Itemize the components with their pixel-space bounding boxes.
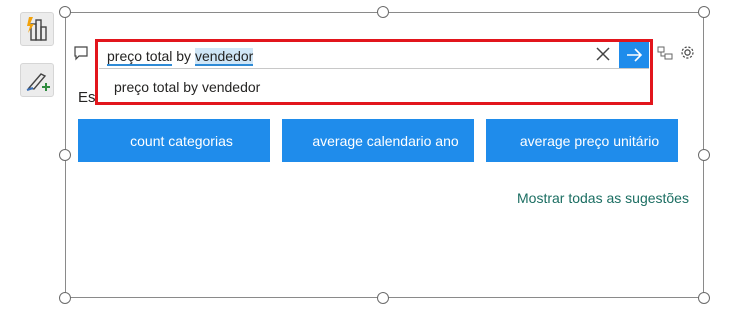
convert-visual-icon[interactable]	[657, 45, 673, 61]
settings-gear-icon[interactable]	[679, 44, 696, 61]
smart-narrative-button[interactable]	[20, 12, 54, 46]
resize-handle-bottom[interactable]	[377, 292, 389, 304]
format-paint-button[interactable]	[20, 63, 54, 97]
resize-handle-bottom-left[interactable]	[59, 292, 71, 304]
suggestion-button-3[interactable]: average preço unitário	[486, 119, 678, 162]
highlight-box	[95, 39, 653, 105]
suggestion-button-1[interactable]: count categorias	[78, 119, 270, 162]
resize-handle-left[interactable]	[59, 149, 71, 161]
resize-handle-bottom-right[interactable]	[698, 292, 710, 304]
prompt-text: Es	[78, 89, 96, 106]
format-paint-icon	[26, 73, 50, 91]
suggestion-button-2[interactable]: average calendario ano	[282, 119, 474, 162]
chat-icon[interactable]	[73, 45, 89, 61]
show-all-suggestions-link[interactable]: Mostrar todas as sugestões	[517, 190, 689, 206]
resize-handle-top-right[interactable]	[698, 6, 710, 18]
smart-narrative-icon	[27, 17, 47, 41]
resize-handle-top-left[interactable]	[59, 6, 71, 18]
resize-handle-right[interactable]	[698, 149, 710, 161]
resize-handle-top[interactable]	[377, 6, 389, 18]
